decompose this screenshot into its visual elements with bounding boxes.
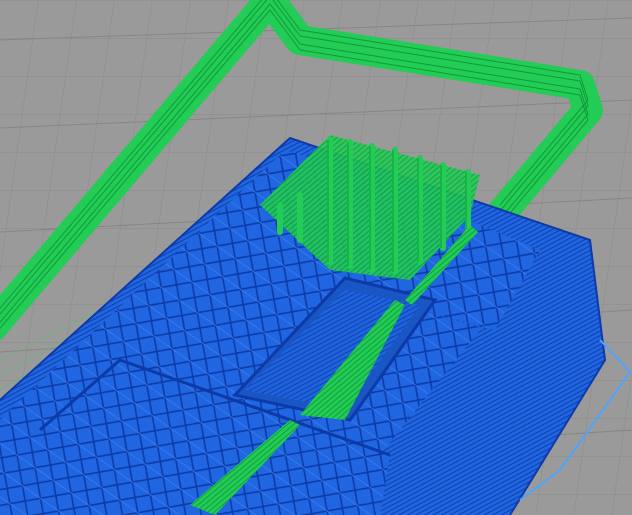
gcode-preview-viewport[interactable] (0, 0, 632, 515)
preview-canvas[interactable] (0, 0, 632, 515)
